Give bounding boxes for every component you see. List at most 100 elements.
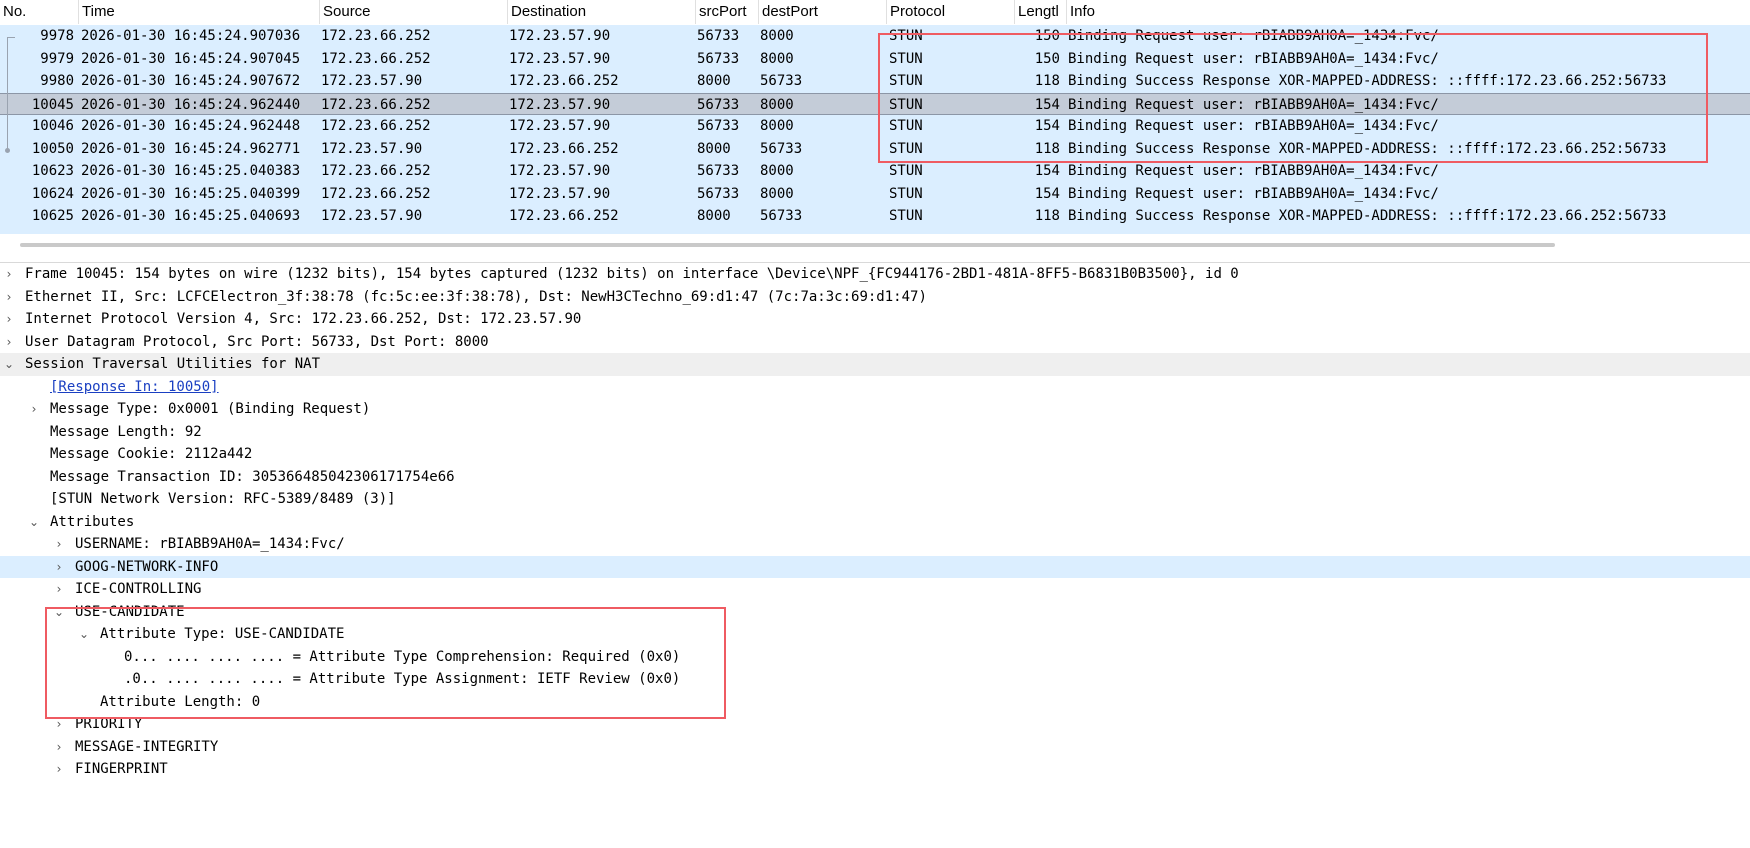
column-header-destport[interactable]: destPort xyxy=(759,0,887,24)
packet-row[interactable]: 10625 2026-01-30 16:45:25.040693 172.23.… xyxy=(0,205,1750,228)
packet-destport: 8000 xyxy=(760,28,794,44)
conversation-bracket-line xyxy=(7,37,8,152)
tree-item-stun-version[interactable]: [STUN Network Version: RFC-5389/8489 (3)… xyxy=(0,488,1750,511)
tree-item-message-type[interactable]: › Message Type: 0x0001 (Binding Request) xyxy=(0,398,1750,421)
tree-item-attributes[interactable]: ⌄ Attributes xyxy=(0,511,1750,534)
packet-destination: 172.23.66.252 xyxy=(509,140,619,157)
packet-protocol: STUN xyxy=(889,208,923,224)
conversation-bracket-top xyxy=(7,37,15,38)
tree-item-message-cookie[interactable]: Message Cookie: 2112a442 xyxy=(0,443,1750,466)
chevron-right-icon[interactable]: › xyxy=(51,736,67,759)
response-in-link[interactable]: [Response In: 10050] xyxy=(50,376,219,399)
tree-item-udp[interactable]: › User Datagram Protocol, Src Port: 5673… xyxy=(0,331,1750,354)
packet-time: 2026-01-30 16:45:24.962771 xyxy=(81,140,301,157)
packet-destport: 8000 xyxy=(760,185,794,202)
chevron-right-icon[interactable]: › xyxy=(1,331,17,354)
packet-srcport: 56733 xyxy=(697,28,740,44)
packet-destination: 172.23.57.90 xyxy=(509,118,611,134)
packet-row[interactable]: 10624 2026-01-30 16:45:25.040399 172.23.… xyxy=(0,182,1750,205)
packet-source: 172.23.66.252 xyxy=(321,185,431,202)
packet-info: Binding Request user: rBIABB9AH0A=_1434:… xyxy=(1068,163,1439,179)
packet-destination: 172.23.57.90 xyxy=(509,185,611,202)
packet-destport: 56733 xyxy=(760,140,803,157)
packet-destport: 56733 xyxy=(760,208,803,224)
packet-no: 10624 xyxy=(31,185,74,202)
tree-item-transaction-id[interactable]: Message Transaction ID: 3053664850423061… xyxy=(0,466,1750,489)
packet-length: 118 xyxy=(1034,208,1060,224)
chevron-right-icon[interactable]: › xyxy=(1,263,17,286)
chevron-right-icon[interactable]: › xyxy=(51,556,67,579)
chevron-right-icon[interactable]: › xyxy=(51,758,67,781)
packet-srcport: 8000 xyxy=(697,73,731,89)
chevron-right-icon[interactable]: › xyxy=(26,398,42,421)
packet-info: Binding Success Response XOR-MAPPED-ADDR… xyxy=(1068,208,1667,224)
horizontal-scrollbar[interactable] xyxy=(20,243,1555,247)
tree-item-label: Ethernet II, Src: LCFCElectron_3f:38:78 … xyxy=(25,288,927,305)
packet-time: 2026-01-30 16:45:24.907036 xyxy=(81,28,301,44)
tree-item-message-length[interactable]: Message Length: 92 xyxy=(0,421,1750,444)
packet-srcport: 56733 xyxy=(697,96,740,113)
packet-row-partial[interactable] xyxy=(0,227,1750,234)
annotation-box-use-candidate xyxy=(45,607,726,719)
packet-length: 154 xyxy=(1034,185,1060,202)
tree-item-label: [STUN Network Version: RFC-5389/8489 (3)… xyxy=(50,491,396,507)
packet-list[interactable]: No. Time Source Destination srcPort dest… xyxy=(0,0,1750,237)
packet-source: 172.23.66.252 xyxy=(321,50,431,67)
packet-time: 2026-01-30 16:45:24.962448 xyxy=(81,118,301,134)
chevron-right-icon[interactable]: › xyxy=(1,286,17,309)
column-header-srcport[interactable]: srcPort xyxy=(696,0,759,24)
tree-item-username[interactable]: › USERNAME: rBIABB9AH0A=_1434:Fvc/ xyxy=(0,533,1750,556)
tree-item-fingerprint[interactable]: › FINGERPRINT xyxy=(0,758,1750,781)
tree-item-ip[interactable]: › Internet Protocol Version 4, Src: 172.… xyxy=(0,308,1750,331)
chevron-down-icon[interactable]: ⌄ xyxy=(26,511,42,534)
column-header-time[interactable]: Time xyxy=(79,0,320,24)
packet-details-tree[interactable]: › Frame 10045: 154 bytes on wire (1232 b… xyxy=(0,263,1750,833)
tree-item-ethernet[interactable]: › Ethernet II, Src: LCFCElectron_3f:38:7… xyxy=(0,286,1750,309)
tree-item-stun[interactable]: ⌄ Session Traversal Utilities for NAT xyxy=(0,353,1750,376)
packet-protocol: STUN xyxy=(889,185,923,202)
packet-no: 9980 xyxy=(40,73,74,89)
column-header-source[interactable]: Source xyxy=(320,0,508,24)
packet-destination: 172.23.57.90 xyxy=(509,50,611,67)
packet-no: 9979 xyxy=(40,50,74,67)
chevron-right-icon[interactable]: › xyxy=(51,578,67,601)
column-header-destination[interactable]: Destination xyxy=(508,0,696,24)
packet-time: 2026-01-30 16:45:24.907045 xyxy=(81,50,301,67)
packet-no: 10625 xyxy=(31,208,74,224)
column-header-protocol[interactable]: Protocol xyxy=(887,0,1015,24)
tree-item-ice-controlling[interactable]: › ICE-CONTROLLING xyxy=(0,578,1750,601)
tree-item-label: GOOG-NETWORK-INFO xyxy=(75,558,219,575)
packet-protocol: STUN xyxy=(889,163,923,179)
conversation-bracket-dot xyxy=(5,148,10,153)
packet-destination: 172.23.57.90 xyxy=(509,163,611,179)
annotation-box-stun-rows xyxy=(878,33,1708,163)
tree-item-label: Session Traversal Utilities for NAT xyxy=(25,356,321,372)
packet-destport: 8000 xyxy=(760,118,794,134)
chevron-right-icon[interactable]: › xyxy=(1,308,17,331)
packet-destport: 8000 xyxy=(760,163,794,179)
packet-destport: 8000 xyxy=(760,50,794,67)
packet-source: 172.23.57.90 xyxy=(321,208,423,224)
tree-item-label: User Datagram Protocol, Src Port: 56733,… xyxy=(25,333,489,350)
column-header-no[interactable]: No. xyxy=(0,0,79,24)
packet-source: 172.23.66.252 xyxy=(321,118,431,134)
tree-item-label: Message Cookie: 2112a442 xyxy=(50,446,253,462)
tree-item-response-in[interactable]: [Response In: 10050] xyxy=(0,376,1750,399)
chevron-down-icon[interactable]: ⌄ xyxy=(1,353,17,376)
tree-item-goog-network-info[interactable]: › GOOG-NETWORK-INFO xyxy=(0,555,1750,579)
packet-no: 10046 xyxy=(31,118,74,134)
packet-destination: 172.23.66.252 xyxy=(509,208,619,224)
column-header-info[interactable]: Info xyxy=(1067,0,1750,24)
tree-item-label: FINGERPRINT xyxy=(75,761,168,777)
column-header-length[interactable]: Lengtl xyxy=(1015,0,1067,24)
packet-row[interactable]: 10623 2026-01-30 16:45:25.040383 172.23.… xyxy=(0,160,1750,183)
packet-srcport: 8000 xyxy=(697,140,731,157)
packet-srcport: 56733 xyxy=(697,118,740,134)
chevron-right-icon[interactable]: › xyxy=(51,533,67,556)
packet-source: 172.23.57.90 xyxy=(321,140,423,157)
packet-destport: 56733 xyxy=(760,73,803,89)
packet-srcport: 8000 xyxy=(697,208,731,224)
tree-item-message-integrity[interactable]: › MESSAGE-INTEGRITY xyxy=(0,736,1750,759)
tree-item-frame[interactable]: › Frame 10045: 154 bytes on wire (1232 b… xyxy=(0,263,1750,286)
tree-item-label: USERNAME: rBIABB9AH0A=_1434:Fvc/ xyxy=(75,536,345,552)
